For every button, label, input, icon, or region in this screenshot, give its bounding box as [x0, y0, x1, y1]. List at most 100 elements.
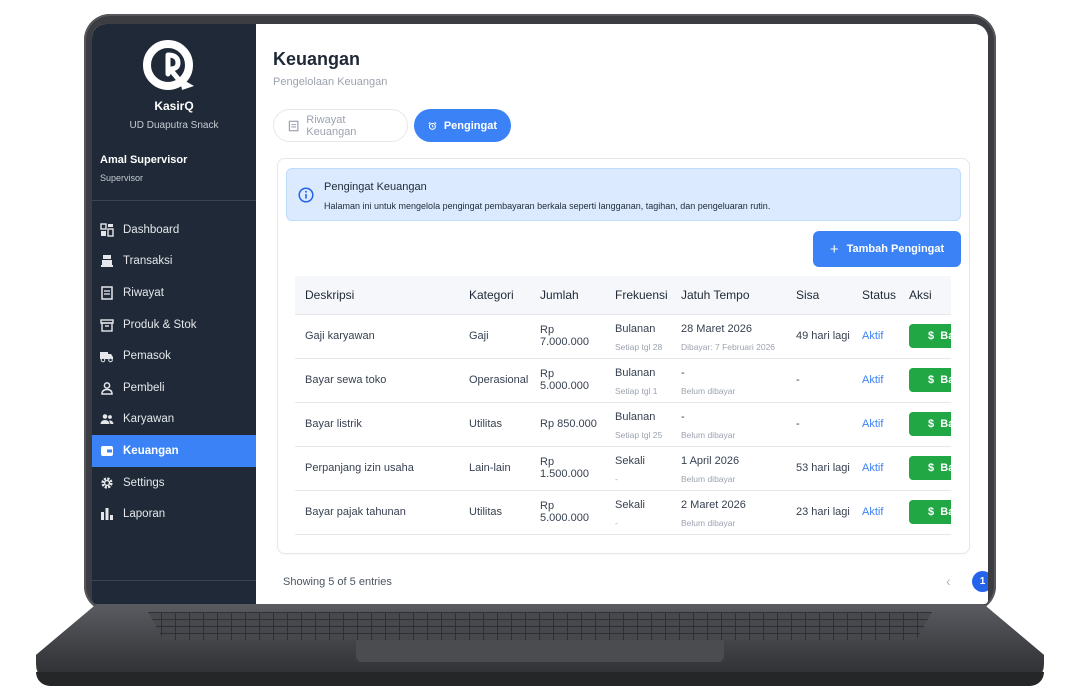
page-subtitle: Pengelolaan Keuangan: [273, 76, 388, 88]
jatuh-tempo-value: -: [681, 410, 685, 423]
alert-text: Halaman ini untuk mengelola pengingat pe…: [324, 201, 771, 211]
brand-logo-icon: [138, 38, 202, 94]
reminder-card: Pengingat Keuangan Halaman ini untuk men…: [277, 158, 970, 554]
laptop-trackpad: [356, 640, 724, 662]
sidebar-item-dashboard[interactable]: Dashboard: [92, 214, 256, 246]
sidebar-item-transaksi[interactable]: Transaksi: [92, 246, 256, 278]
pagination-info: Showing 5 of 5 entries: [283, 576, 392, 588]
tab-label: Pengingat: [443, 119, 497, 132]
cell-jatuh-tempo: 28 Maret 2026 Dibayar: 7 Februari 2026: [671, 314, 786, 359]
user-name: Amal Supervisor: [100, 154, 188, 166]
frekuensi-value: Bulanan: [615, 410, 656, 423]
sidebar-item-label: Dashboard: [123, 223, 180, 236]
sidebar-item-keuangan[interactable]: Keuangan: [92, 435, 256, 467]
table-row: Gaji karyawan Gaji Rp 7.000.000 Bulanan S…: [295, 314, 951, 359]
bayar-button[interactable]: $ Ba: [909, 368, 951, 392]
bayar-button[interactable]: $ Ba: [909, 500, 951, 524]
cell-kategori: Operasional: [459, 358, 530, 403]
cell-sisa: 49 hari lagi: [786, 314, 852, 359]
column-header: Sisa: [786, 276, 852, 315]
sidebar-item-pemasok[interactable]: Pemasok: [92, 340, 256, 372]
cell-frekuensi: Sekali -: [605, 446, 671, 491]
cell-status: Aktif: [852, 358, 899, 403]
frekuensi-value: Bulanan: [615, 322, 656, 335]
sidebar-item-label: Pembeli: [123, 381, 165, 394]
sidebar-item-label: Settings: [123, 476, 165, 489]
cell-sisa: -: [786, 402, 852, 447]
reminder-table-wrapper[interactable]: Deskripsi Kategori Jumlah Frekuensi Jatu…: [295, 276, 951, 536]
sidebar-item-label: Riwayat: [123, 286, 164, 299]
truck-icon: [100, 349, 114, 363]
sidebar-item-karyawan[interactable]: Karyawan: [92, 404, 256, 436]
add-reminder-button[interactable]: + Tambah Pengingat: [813, 231, 961, 267]
cell-status: Aktif: [852, 314, 899, 359]
plus-icon: +: [829, 240, 839, 258]
tab-label: Riwayat Keuangan: [306, 113, 357, 138]
column-header: Kategori: [459, 276, 530, 315]
frekuensi-value: Sekali: [615, 454, 645, 467]
cell-jatuh-tempo: 1 April 2026 Belum dibayar: [671, 446, 786, 491]
tab-riwayat-keuangan[interactable]: Riwayat Keuangan: [273, 109, 408, 142]
cell-frekuensi: Bulanan Setiap tgl 1: [605, 358, 671, 403]
sidebar-item-settings[interactable]: Settings: [92, 467, 256, 499]
sidebar-item-riwayat[interactable]: Riwayat: [92, 277, 256, 309]
receipt-icon: [288, 120, 299, 131]
alarm-clock-icon: [428, 121, 437, 130]
pagination-page-1[interactable]: 1: [972, 571, 988, 592]
cell-sisa: 23 hari lagi: [786, 490, 852, 535]
cell-deskripsi: Perpanjang izin usaha: [295, 446, 459, 491]
jatuh-tempo-value: 28 Maret 2026: [681, 322, 752, 335]
cell-status: Aktif: [852, 490, 899, 535]
bayar-button[interactable]: $ Ba: [909, 456, 951, 480]
users-icon: [100, 412, 114, 426]
cell-aksi: $ Ba: [899, 358, 951, 403]
bayar-button[interactable]: $ Ba: [909, 412, 951, 436]
frekuensi-detail: Setiap tgl 25: [615, 429, 663, 440]
laptop-lip: [36, 672, 1044, 686]
cell-jatuh-tempo: - Belum dibayar: [671, 358, 786, 403]
tab-pengingat[interactable]: Pengingat: [414, 109, 511, 142]
cell-aksi: $ Ba: [899, 490, 951, 535]
cell-frekuensi: Bulanan Setiap tgl 25: [605, 402, 671, 447]
jatuh-tempo-value: 1 April 2026: [681, 454, 740, 467]
sidebar-nav: Dashboard Transaksi Riwayat Produk & Sto…: [92, 214, 256, 530]
sidebar: KasirQ UD Duaputra Snack Amal Supervisor…: [92, 24, 256, 604]
sidebar-item-laporan[interactable]: Laporan: [92, 498, 256, 530]
dollar-icon: $: [928, 506, 935, 518]
chevron-left-icon[interactable]: ‹: [946, 573, 951, 589]
info-alert: Pengingat Keuangan Halaman ini untuk men…: [286, 168, 961, 221]
cell-frekuensi: Bulanan Setiap tgl 28: [605, 314, 671, 359]
cell-kategori: Utilitas: [459, 490, 530, 535]
column-header: Aksi: [899, 276, 951, 315]
laptop-screen: KasirQ UD Duaputra Snack Amal Supervisor…: [92, 24, 988, 604]
add-reminder-label: Tambah Pengingat: [846, 243, 945, 255]
sidebar-item-label: Transaksi: [123, 255, 173, 268]
cell-deskripsi: Bayar sewa toko: [295, 358, 459, 403]
frekuensi-detail: Setiap tgl 28: [615, 341, 663, 352]
cell-frekuensi: Sekali -: [605, 490, 671, 535]
frekuensi-detail: -: [615, 517, 618, 528]
column-header: Frekuensi: [605, 276, 671, 315]
bayar-label: Ba: [940, 462, 951, 474]
bayar-label: Ba: [940, 418, 951, 430]
cell-jumlah: Rp 1.500.000: [530, 446, 605, 491]
table-row: Bayar listrik Utilitas Rp 850.000 Bulana…: [295, 402, 951, 447]
jatuh-tempo-detail: Dibayar: 7 Februari 2026: [681, 341, 776, 352]
page-title: Keuangan: [273, 49, 361, 69]
bayar-label: Ba: [940, 374, 951, 386]
jatuh-tempo-detail: Belum dibayar: [681, 385, 736, 396]
sidebar-item-produk-stok[interactable]: Produk & Stok: [92, 309, 256, 341]
cell-kategori: Lain-lain: [459, 446, 530, 491]
table-header-row: Deskripsi Kategori Jumlah Frekuensi Jatu…: [295, 276, 951, 315]
sidebar-item-label: Pemasok: [123, 350, 171, 363]
laptop-keyboard: [148, 612, 932, 640]
bayar-button[interactable]: $ Ba: [909, 324, 951, 348]
jatuh-tempo-detail: Belum dibayar: [681, 429, 736, 440]
cell-jumlah: Rp 5.000.000: [530, 490, 605, 535]
info-icon: [298, 187, 314, 203]
cell-aksi: $ Ba: [899, 314, 951, 359]
cell-deskripsi: Gaji karyawan: [295, 314, 459, 359]
frekuensi-detail: -: [615, 473, 618, 484]
sidebar-item-pembeli[interactable]: Pembeli: [92, 372, 256, 404]
dashboard-icon: [100, 223, 114, 237]
